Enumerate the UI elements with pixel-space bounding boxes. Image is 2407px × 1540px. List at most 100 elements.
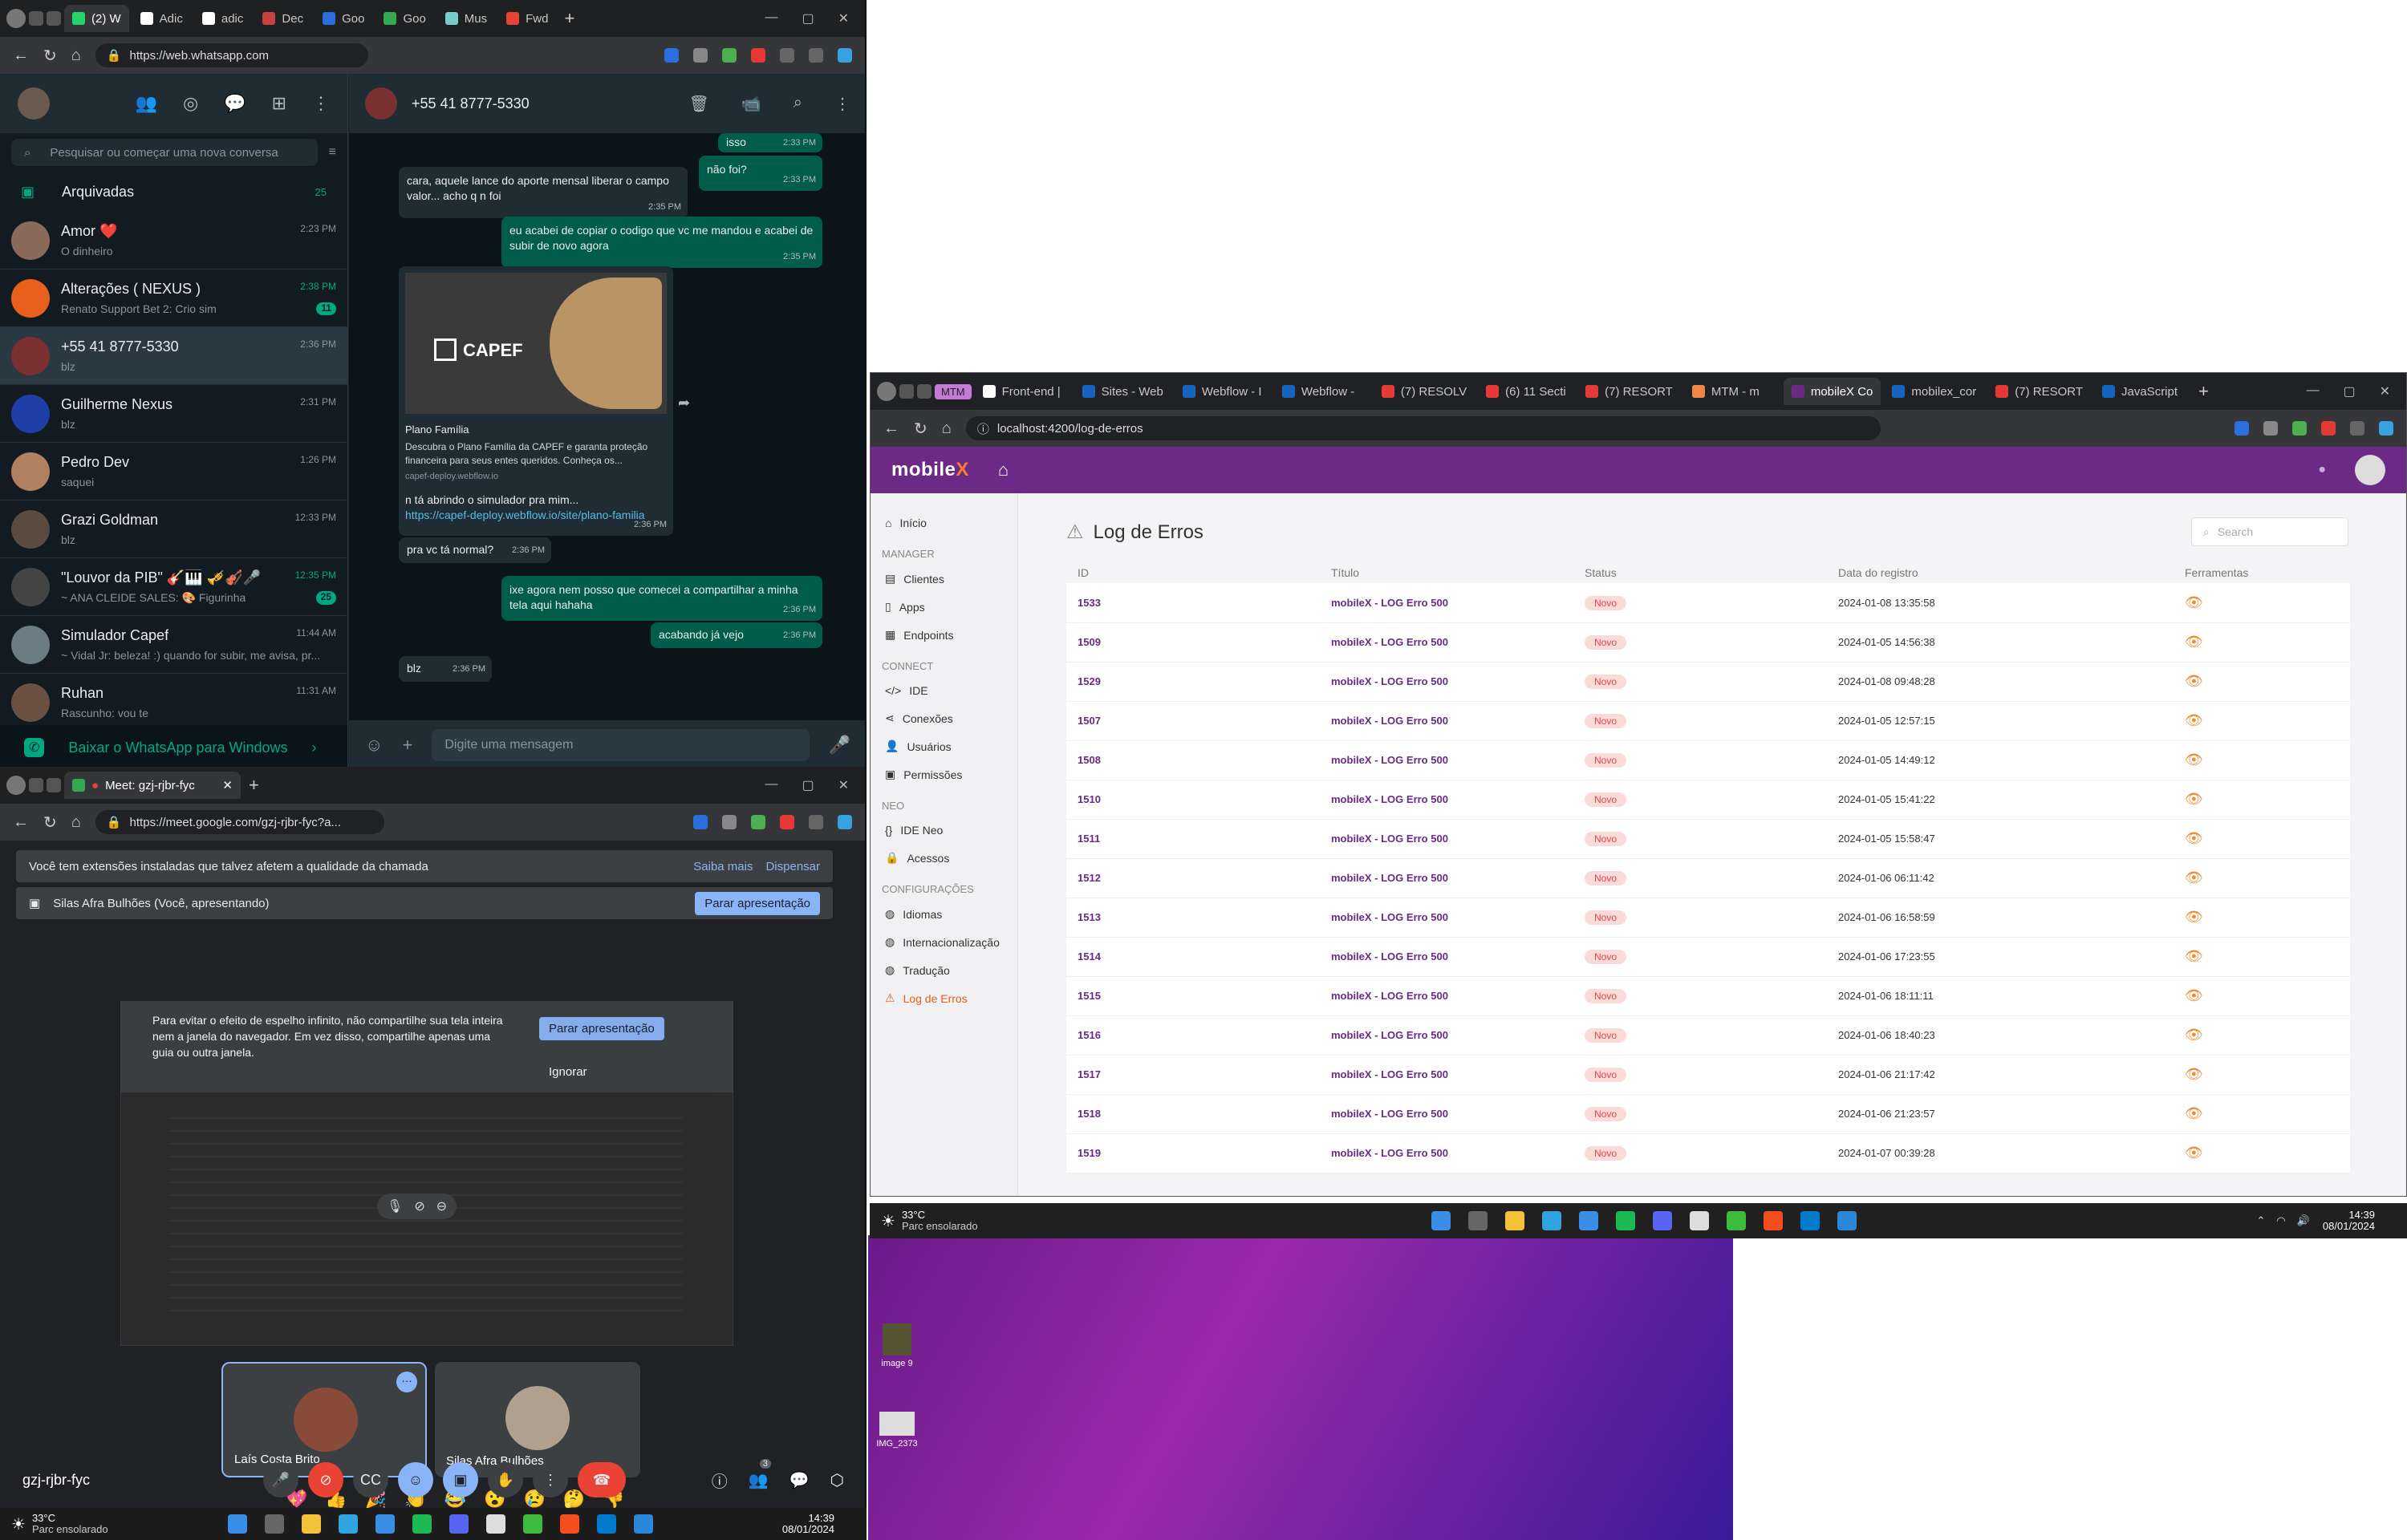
view-eye-icon[interactable]: 👁	[2185, 987, 2203, 1003]
home-icon[interactable]: ⌂	[998, 460, 1009, 480]
tab-item[interactable]: (6) 11 Secti	[1478, 378, 1574, 405]
sidebar-item-conexoes[interactable]: ⋖ Conexões	[871, 704, 1017, 732]
sidebar-item-log-de-erros[interactable]: ⚠ Log de Erros	[871, 984, 1017, 1012]
close-button[interactable]: ✕	[838, 10, 849, 26]
tab-item[interactable]: Mus	[437, 5, 495, 32]
cell-title[interactable]: mobileX - LOG Erro 500	[1320, 1094, 1573, 1134]
cell-title[interactable]: mobileX - LOG Erro 500	[1320, 858, 1573, 898]
close-button[interactable]: ✕	[2380, 383, 2390, 399]
raise-hand-button[interactable]: ✋	[488, 1462, 523, 1497]
tab-item[interactable]: Sites - Web	[1074, 378, 1171, 405]
extension-icon[interactable]	[780, 48, 794, 63]
adblock-icon[interactable]	[780, 815, 794, 829]
cell-title[interactable]: mobileX - LOG Erro 500	[1320, 740, 1573, 780]
column-header-status[interactable]: Status	[1573, 562, 1827, 583]
minus-icon[interactable]: ⊖	[436, 1198, 447, 1214]
user-avatar[interactable]	[2355, 455, 2385, 485]
clock[interactable]: 14:39 08/01/2024	[782, 1513, 834, 1535]
cell-id[interactable]: 1514	[1066, 937, 1320, 977]
table-row[interactable]: 1519 mobileX - LOG Erro 500 Novo 2024-01…	[1066, 1133, 2350, 1173]
cell-title[interactable]: mobileX - LOG Erro 500	[1320, 1055, 1573, 1095]
taskview-icon[interactable]	[265, 1514, 284, 1534]
table-row[interactable]: 1518 mobileX - LOG Erro 500 Novo 2024-01…	[1066, 1094, 2350, 1134]
wifi-icon[interactable]: ◠	[2276, 1214, 2285, 1227]
more-options-icon[interactable]: …	[396, 1372, 417, 1392]
tab-item[interactable]: (7) RESORT	[1987, 378, 2091, 405]
view-eye-icon[interactable]: 👁	[2185, 1105, 2203, 1121]
home-icon[interactable]: ⌂	[942, 419, 952, 438]
discord-icon[interactable]	[449, 1514, 469, 1534]
extension-icon[interactable]	[722, 48, 737, 63]
maximize-button[interactable]: ▢	[802, 10, 814, 26]
video-call-icon[interactable]: 📹	[741, 94, 761, 114]
desktop-icon[interactable]: image 9	[879, 1323, 915, 1368]
chrome-icon[interactable]	[1690, 1211, 1709, 1230]
workspaces-icon[interactable]	[899, 384, 914, 399]
explorer-icon[interactable]	[302, 1514, 321, 1534]
vscode-icon[interactable]	[597, 1514, 616, 1534]
cell-id[interactable]: 1510	[1066, 780, 1320, 820]
cell-title[interactable]: mobileX - LOG Erro 500	[1320, 1133, 1573, 1173]
figma-icon[interactable]	[1764, 1211, 1783, 1230]
cell-id[interactable]: 1517	[1066, 1055, 1320, 1095]
tab-whatsapp[interactable]: (2) W	[64, 5, 129, 32]
cell-id[interactable]: 1513	[1066, 898, 1320, 938]
download-banner[interactable]: ✆ Baixar o WhatsApp para Windows ›	[0, 725, 347, 770]
reload-icon[interactable]: ↻	[914, 419, 927, 439]
new-chat-icon[interactable]: ⊞	[272, 93, 286, 114]
tab-item[interactable]: MTM - m	[1684, 378, 1780, 405]
table-row[interactable]: 1517 mobileX - LOG Erro 500 Novo 2024-01…	[1066, 1055, 2350, 1095]
cell-id[interactable]: 1511	[1066, 819, 1320, 859]
column-header-titulo[interactable]: Título	[1320, 562, 1573, 583]
tab-item[interactable]: Webflow - I	[1175, 378, 1271, 405]
message-input[interactable]: Digite uma mensagem	[432, 729, 810, 761]
cell-id[interactable]: 1529	[1066, 662, 1320, 702]
learn-more-link[interactable]: Saiba mais	[693, 860, 753, 873]
sidebar-item-traducao[interactable]: ◍ Tradução	[871, 956, 1017, 984]
cell-id[interactable]: 1518	[1066, 1094, 1320, 1134]
chat-list-item[interactable]: Ruhan 11:31 AM Rascunho: vou te	[0, 674, 347, 732]
table-row[interactable]: 1533 mobileX - LOG Erro 500 Novo 2024-01…	[1066, 583, 2350, 623]
table-row[interactable]: 1513 mobileX - LOG Erro 500 Novo 2024-01…	[1066, 898, 2350, 938]
message-bubble[interactable]: ixe agora nem posso que comecei a compar…	[501, 576, 822, 621]
sidebar-item-ide-neo[interactable]: {} IDE Neo	[871, 817, 1017, 844]
conversation-header[interactable]: +55 41 8777-5330 🗑 📹 ⌕ ⋮	[349, 74, 865, 133]
cell-title[interactable]: mobileX - LOG Erro 500	[1320, 622, 1573, 663]
contact-avatar[interactable]	[365, 87, 397, 120]
message-bubble[interactable]: acabando já vejo 2:36 PM	[651, 622, 822, 648]
view-eye-icon[interactable]: 👁	[2185, 594, 2203, 610]
table-row[interactable]: 1509 mobileX - LOG Erro 500 Novo 2024-01…	[1066, 622, 2350, 663]
tab-meet[interactable]: ● Meet: gzj-rjbr-fyc ✕	[64, 772, 241, 799]
view-eye-icon[interactable]: 👁	[2185, 673, 2203, 689]
message-bubble[interactable]: cara, aquele lance do aporte mensal libe…	[399, 167, 688, 218]
archived-row[interactable]: ▣ Arquivadas 25	[0, 172, 347, 212]
minimize-button[interactable]: —	[765, 10, 777, 26]
forward-icon[interactable]: ➦	[678, 395, 690, 411]
table-row[interactable]: 1514 mobileX - LOG Erro 500 Novo 2024-01…	[1066, 937, 2350, 977]
volume-icon[interactable]: 🔊	[2297, 1214, 2310, 1227]
clock[interactable]: 14:39 08/01/2024	[2323, 1210, 2375, 1232]
attach-icon[interactable]: +	[402, 735, 412, 756]
view-eye-icon[interactable]: 👁	[2185, 634, 2203, 650]
view-eye-icon[interactable]: 👁	[2185, 1027, 2203, 1043]
close-button[interactable]: ✕	[838, 777, 849, 793]
cell-id[interactable]: 1508	[1066, 740, 1320, 780]
table-row[interactable]: 1515 mobileX - LOG Erro 500 Novo 2024-01…	[1066, 976, 2350, 1016]
tab-actions-icon[interactable]	[47, 11, 61, 26]
view-eye-icon[interactable]: 👁	[2185, 909, 2203, 925]
tab-item[interactable]: Goo	[315, 5, 372, 32]
sidebar-item-idiomas[interactable]: ◍ Idiomas	[871, 900, 1017, 928]
cell-title[interactable]: mobileX - LOG Erro 500	[1320, 1015, 1573, 1056]
notes-icon[interactable]	[634, 1514, 653, 1534]
favorites-icon[interactable]	[809, 815, 823, 829]
back-icon[interactable]: ←	[13, 47, 29, 65]
sidebar-item-clientes[interactable]: ▤ Clientes	[871, 565, 1017, 593]
status-icon[interactable]: ◎	[183, 93, 198, 114]
search-input[interactable]: ⌕ Pesquisar ou começar uma nova conversa	[11, 139, 318, 166]
present-button[interactable]: ▣	[443, 1462, 478, 1497]
store-icon[interactable]	[1579, 1211, 1598, 1230]
view-eye-icon[interactable]: 👁	[2185, 1066, 2203, 1082]
reactions-button[interactable]: ☺	[398, 1462, 433, 1497]
favorites-icon[interactable]	[2350, 421, 2364, 436]
cell-title[interactable]: mobileX - LOG Erro 500	[1320, 780, 1573, 820]
